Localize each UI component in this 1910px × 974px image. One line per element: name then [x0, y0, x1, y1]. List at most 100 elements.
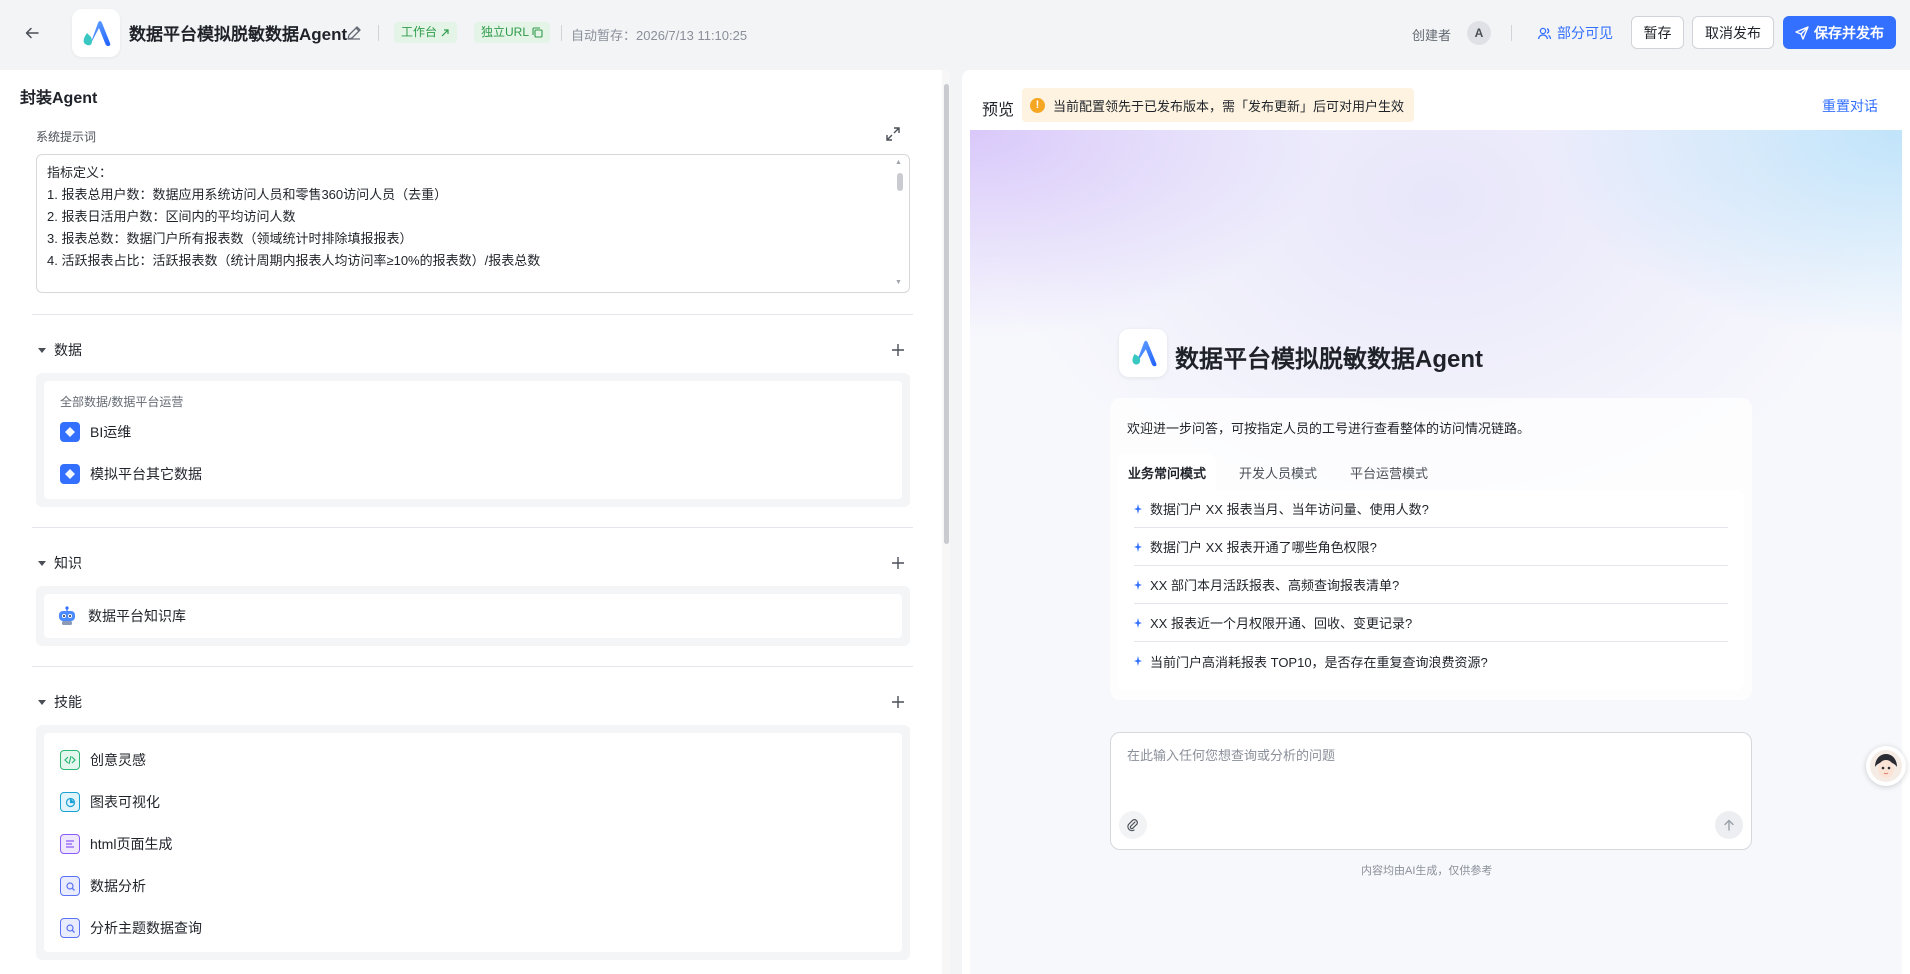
knowledge-item[interactable]: 数据平台知识库: [56, 604, 186, 628]
search-data-icon: [60, 918, 80, 938]
knowledge-section-toggle[interactable]: 知识: [38, 553, 82, 573]
app-logo: [72, 9, 120, 57]
chat-input[interactable]: [1127, 743, 1727, 767]
unpublish-button[interactable]: 取消发布: [1692, 16, 1774, 49]
prompt-line: 2. 报表日活用户数：区间内的平均访问人数: [47, 209, 296, 224]
data-item-label: 模拟平台其它数据: [90, 466, 202, 482]
mode-tabs: 业务常问模式 开发人员模式 平台运营模式: [1118, 454, 1451, 490]
code-icon: [60, 750, 80, 770]
tab-operations-mode[interactable]: 平台运营模式: [1340, 454, 1438, 490]
skills-card: 创意灵感 图表可视化 html页面生成 数据分析 分析主题数据查询: [36, 725, 910, 960]
dataset-icon: [60, 464, 80, 484]
suggested-question[interactable]: XX 部门本月活跃报表、高频查询报表清单?: [1134, 566, 1728, 604]
creator-label: 创建者: [1412, 28, 1452, 43]
workspace-tag-label: 工作台: [401, 25, 438, 39]
pencil-icon[interactable]: [345, 24, 363, 42]
sparkle-icon: [1134, 541, 1142, 552]
back-button[interactable]: [20, 21, 44, 45]
tab-business-mode[interactable]: 业务常问模式: [1118, 454, 1217, 490]
config-panel: 封装Agent 系统提示词 指标定义： 1. 报表总用户数：数据应用系统访问人员…: [0, 70, 950, 974]
skill-item-label: 创意灵感: [90, 752, 146, 768]
skills-section-title: 技能: [54, 694, 82, 710]
copy-icon: [532, 27, 543, 38]
skill-item-label: 分析主题数据查询: [90, 920, 202, 936]
question-text: XX 报表近一个月权限开通、回收、变更记录?: [1150, 616, 1413, 631]
header-divider: [561, 25, 562, 41]
creator-avatar[interactable]: A: [1467, 21, 1491, 45]
attach-button[interactable]: [1119, 811, 1147, 839]
warning-icon: !: [1030, 97, 1045, 113]
sparkle-icon: [1134, 656, 1142, 666]
visibility-button[interactable]: 部分可见: [1537, 22, 1613, 44]
publish-notice: ! 当前配置领先于已发布版本，需「发布更新」后可对用户生效: [1022, 88, 1415, 122]
scroll-up-arrow[interactable]: ▲: [895, 159, 902, 166]
agent-title: 数据平台模拟脱敏数据Agent: [1175, 346, 1483, 373]
knowledge-card-inner: 数据平台知识库: [44, 594, 902, 638]
notice-text: 当前配置领先于已发布版本，需「发布更新」后可对用户生效: [1053, 98, 1405, 114]
save-publish-button[interactable]: 保存并发布: [1783, 16, 1896, 49]
assistant-avatar[interactable]: [1866, 746, 1906, 786]
prompt-line: 指标定义：: [47, 165, 113, 180]
save-draft-button[interactable]: 暂存: [1631, 16, 1684, 49]
sparkle-icon: [1134, 503, 1142, 514]
document-icon: [60, 834, 80, 854]
workspace-tag[interactable]: 工作台: [394, 22, 458, 43]
tab-developer-mode[interactable]: 开发人员模式: [1229, 454, 1327, 490]
skills-section-toggle[interactable]: 技能: [38, 692, 82, 712]
question-text: 当前门户高消耗报表 TOP10，是否存在重复查询浪费资源?: [1150, 654, 1488, 670]
prompt-scrollbar[interactable]: [897, 173, 903, 191]
preview-panel: 预览 ! 当前配置领先于已发布版本，需「发布更新」后可对用户生效 重置对话 数据…: [962, 70, 1910, 974]
arrow-left-icon: [25, 27, 39, 39]
data-item[interactable]: 模拟平台其它数据: [60, 462, 202, 486]
data-item[interactable]: BI运维: [60, 420, 131, 444]
suggested-question[interactable]: 当前门户高消耗报表 TOP10，是否存在重复查询浪费资源?: [1134, 642, 1728, 680]
system-prompt-textarea[interactable]: 指标定义： 1. 报表总用户数：数据应用系统访问人员和零售360访问人员（去重）…: [36, 154, 910, 293]
section-divider: [32, 527, 913, 528]
knowledge-card: 数据平台知识库: [36, 586, 910, 646]
chat-input-box: [1110, 732, 1752, 850]
prompt-line: 3. 报表总数：数据门户所有报表数（领域统计时排除填报报表）: [47, 231, 413, 246]
data-section-title: 数据: [54, 342, 82, 358]
attachment-icon: [1127, 819, 1138, 832]
header-divider: [1511, 25, 1512, 41]
skill-item[interactable]: 数据分析: [60, 874, 146, 898]
expand-icon[interactable]: [884, 125, 902, 143]
robot-icon: [56, 604, 78, 629]
panel-scrollbar[interactable]: [944, 84, 949, 544]
reset-conversation-button[interactable]: 重置对话: [1822, 96, 1878, 116]
preview-label: 预览: [982, 102, 1015, 119]
dataset-icon: [60, 422, 80, 442]
skills-card-inner: 创意灵感 图表可视化 html页面生成 数据分析 分析主题数据查询: [44, 733, 902, 952]
suggested-question[interactable]: XX 报表近一个月权限开通、回收、变更记录?: [1134, 604, 1728, 642]
add-data-button[interactable]: [890, 342, 906, 358]
ai-disclaimer: 内容均由AI生成，仅供参考: [1361, 865, 1493, 877]
add-skill-button[interactable]: [890, 694, 906, 710]
header-divider: [378, 25, 379, 41]
standalone-url-tag[interactable]: 独立URL: [474, 22, 551, 43]
system-prompt-content: 指标定义： 1. 报表总用户数：数据应用系统访问人员和零售360访问人员（去重）…: [47, 162, 887, 272]
skill-item[interactable]: 图表可视化: [60, 790, 160, 814]
data-section-toggle[interactable]: 数据: [38, 340, 82, 360]
question-text: 数据门户 XX 报表开通了哪些角色权限?: [1150, 540, 1377, 555]
skill-item[interactable]: 创意灵感: [60, 748, 146, 772]
scroll-down-arrow[interactable]: ▼: [895, 279, 902, 286]
sparkle-icon: [1134, 617, 1142, 628]
app-title: 数据平台模拟脱敏数据Agent: [129, 25, 348, 44]
autosave-status: 自动暂存：2026/7/13 11:10:25: [571, 28, 748, 43]
suggested-question[interactable]: 数据门户 XX 报表开通了哪些角色权限?: [1134, 528, 1728, 566]
data-card: 全部数据/数据平台运营 BI运维 模拟平台其它数据: [36, 373, 910, 507]
skill-item-label: 数据分析: [90, 878, 146, 894]
assistant-face-icon: [1870, 750, 1902, 782]
section-divider: [32, 314, 913, 315]
skill-item[interactable]: 分析主题数据查询: [60, 916, 202, 940]
send-button[interactable]: [1715, 811, 1743, 839]
search-data-icon: [60, 876, 80, 896]
data-path: 全部数据/数据平台运营: [60, 395, 184, 409]
suggested-questions: 数据门户 XX 报表当月、当年访问量、使用人数? 数据门户 XX 报表开通了哪些…: [1118, 490, 1744, 690]
top-header: 数据平台模拟脱敏数据Agent 工作台 独立URL 自动暂存：2026/7/13…: [0, 0, 1910, 66]
save-publish-label: 保存并发布: [1814, 24, 1884, 41]
skill-item[interactable]: html页面生成: [60, 832, 172, 856]
add-knowledge-button[interactable]: [890, 555, 906, 571]
suggested-question[interactable]: 数据门户 XX 报表当月、当年访问量、使用人数?: [1134, 490, 1728, 528]
agent-logo-icon: [1132, 340, 1157, 367]
